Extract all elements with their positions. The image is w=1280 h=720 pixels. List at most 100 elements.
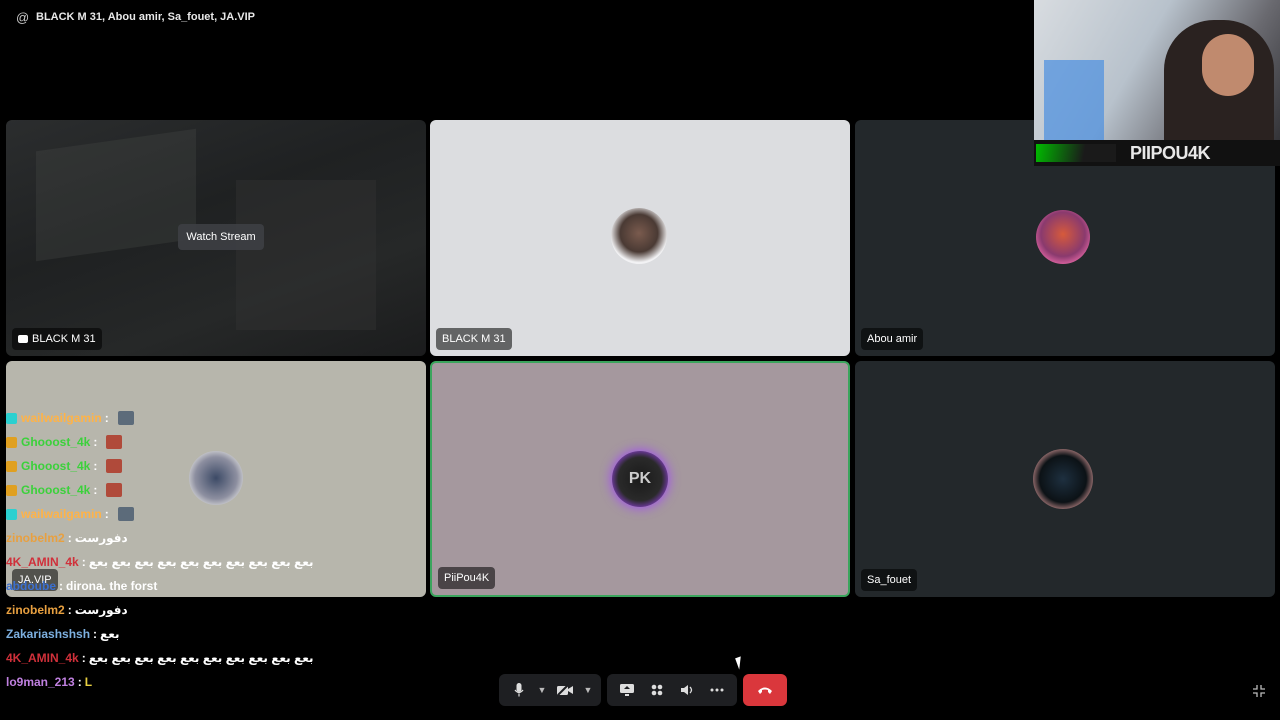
streamer-webcam-overlay: PIIPOU4K	[1034, 0, 1280, 166]
chat-emote-icon	[117, 507, 134, 521]
activities-icon[interactable]	[643, 676, 671, 704]
chat-username: lo9man_213	[6, 675, 75, 689]
call-control-bar: ▼ ▼	[499, 674, 787, 706]
chat-separator: :	[104, 507, 109, 521]
chat-username: Ghooost_4k	[21, 459, 91, 473]
microphone-icon[interactable]	[505, 676, 533, 704]
chat-emote-icon	[106, 483, 123, 497]
chat-username: Ghooost_4k	[21, 483, 91, 497]
chevron-down-icon[interactable]: ▼	[535, 676, 549, 704]
chat-message: wailwailgamin :	[6, 504, 134, 524]
chat-text: L	[84, 675, 93, 689]
chat-separator: :	[93, 435, 98, 449]
participant-tile-piipou4k[interactable]: PK PiiPou4K	[430, 361, 850, 597]
chat-separator: :	[93, 459, 98, 473]
chat-text: بعع بعع بعع بعع بعع بعع بعع بعع بعع بعع	[88, 555, 314, 569]
hang-up-icon[interactable]	[743, 674, 787, 706]
chat-username: zinobelm2	[6, 531, 65, 545]
webcam-banner: PIIPOU4K	[1034, 140, 1280, 166]
chat-separator: :	[81, 651, 86, 665]
fullscreen-exit-icon[interactable]	[1250, 682, 1268, 700]
chat-badge-icon	[6, 484, 17, 496]
participant-name: Sa_fouet	[867, 574, 912, 586]
chat-username: wailwailgamin	[21, 507, 102, 521]
chat-text: بعع بعع بعع بعع بعع بعع بعع بعع بعع بعع	[88, 651, 314, 665]
mouse-cursor	[735, 656, 745, 670]
participant-name: BLACK M 31	[442, 333, 506, 345]
chat-message: 4K_AMIN_4k : بعع بعع بعع بعع بعع بعع بعع …	[6, 648, 313, 668]
chat-text: دفورست	[74, 531, 128, 545]
participant-name: Abou amir	[867, 333, 918, 345]
chat-emote-icon	[117, 411, 134, 425]
chat-username: Zakariashshsh	[6, 627, 91, 641]
avatar	[189, 451, 243, 505]
chat-message: wailwailgamin :	[6, 408, 134, 428]
participant-nametag: PiiPou4K	[438, 567, 496, 589]
chat-message: 4K_AMIN_4k : بعع بعع بعع بعع بعع بعع بعع …	[6, 552, 313, 572]
chat-badge-icon	[6, 508, 17, 520]
banner-accent	[1036, 144, 1116, 162]
screen-icon	[18, 335, 28, 343]
stream-tile[interactable]: Watch Stream BLACK M 31	[6, 120, 426, 356]
more-icon[interactable]	[703, 676, 731, 704]
chat-message: zinobelm2 : دفورست	[6, 600, 128, 620]
chat-separator: :	[77, 675, 82, 689]
participant-name: PiiPou4K	[444, 572, 490, 584]
chat-message: Ghooost_4k :	[6, 456, 123, 476]
chevron-down-icon[interactable]: ▼	[581, 676, 595, 704]
chat-separator: :	[93, 627, 98, 641]
screen-share-icon[interactable]	[613, 676, 641, 704]
avatar	[611, 208, 667, 264]
participant-nametag: BLACK M 31	[436, 328, 512, 350]
chat-text: dirona. the forst	[66, 579, 158, 593]
action-controls	[607, 674, 737, 706]
chat-username: wailwailgamin	[21, 411, 102, 425]
chat-text: بعع	[100, 627, 120, 641]
chat-separator: :	[93, 483, 98, 497]
chat-text: دفورست	[74, 603, 128, 617]
chat-separator: :	[67, 531, 72, 545]
chat-separator: :	[59, 579, 63, 593]
chat-badge-icon	[6, 436, 17, 448]
chat-badge-icon	[6, 412, 17, 424]
chat-message: lo9man_213 :L	[6, 672, 92, 692]
chat-message: Ghooost_4k :	[6, 432, 123, 452]
chat-username: zinobelm2	[6, 603, 65, 617]
avatar	[1033, 449, 1093, 509]
webcam-brand-logo: PIIPOU4K	[1130, 142, 1211, 163]
chat-message: Zakariashshsh : بعع	[6, 624, 120, 644]
chat-message: abdoube : dirona. the forst	[6, 576, 157, 596]
participant-tile-black-m-31[interactable]: BLACK M 31	[430, 120, 850, 356]
call-title: BLACK M 31, Abou amir, Sa_fouet, JA.VIP	[36, 11, 256, 23]
stream-user-name: BLACK M 31	[32, 333, 96, 345]
soundboard-icon[interactable]	[673, 676, 701, 704]
avatar	[1036, 210, 1090, 264]
chat-separator: :	[104, 411, 109, 425]
chat-separator: :	[81, 555, 86, 569]
chat-username: Ghooost_4k	[21, 435, 91, 449]
chat-badge-icon	[6, 460, 17, 472]
participant-tile-sa-fouet[interactable]: Sa_fouet	[855, 361, 1275, 597]
participant-nametag: Sa_fouet	[861, 569, 918, 591]
stream-preview	[36, 128, 196, 262]
stream-preview-shape	[236, 180, 376, 330]
camera-off-icon[interactable]	[551, 676, 579, 704]
chat-emote-icon	[106, 435, 123, 449]
avatar: PK	[612, 451, 668, 507]
chat-emote-icon	[106, 459, 123, 473]
streamer-face	[1202, 34, 1254, 96]
media-controls: ▼ ▼	[499, 674, 601, 706]
watch-stream-button[interactable]: Watch Stream	[178, 224, 264, 250]
chat-message: zinobelm2 : دفورست	[6, 528, 128, 548]
chat-separator: :	[67, 603, 72, 617]
webcam-background	[1044, 60, 1104, 140]
chat-username: 4K_AMIN_4k	[6, 651, 79, 665]
participant-nametag: Abou amir	[861, 328, 924, 350]
call-header: @ BLACK M 31, Abou amir, Sa_fouet, JA.VI…	[0, 0, 1034, 34]
at-icon: @	[16, 9, 30, 25]
chat-username: abdoube	[6, 579, 56, 593]
chat-username: 4K_AMIN_4k	[6, 555, 79, 569]
chat-message: Ghooost_4k :	[6, 480, 123, 500]
stream-nametag: BLACK M 31	[12, 328, 102, 350]
avatar-monogram: PK	[628, 470, 652, 487]
